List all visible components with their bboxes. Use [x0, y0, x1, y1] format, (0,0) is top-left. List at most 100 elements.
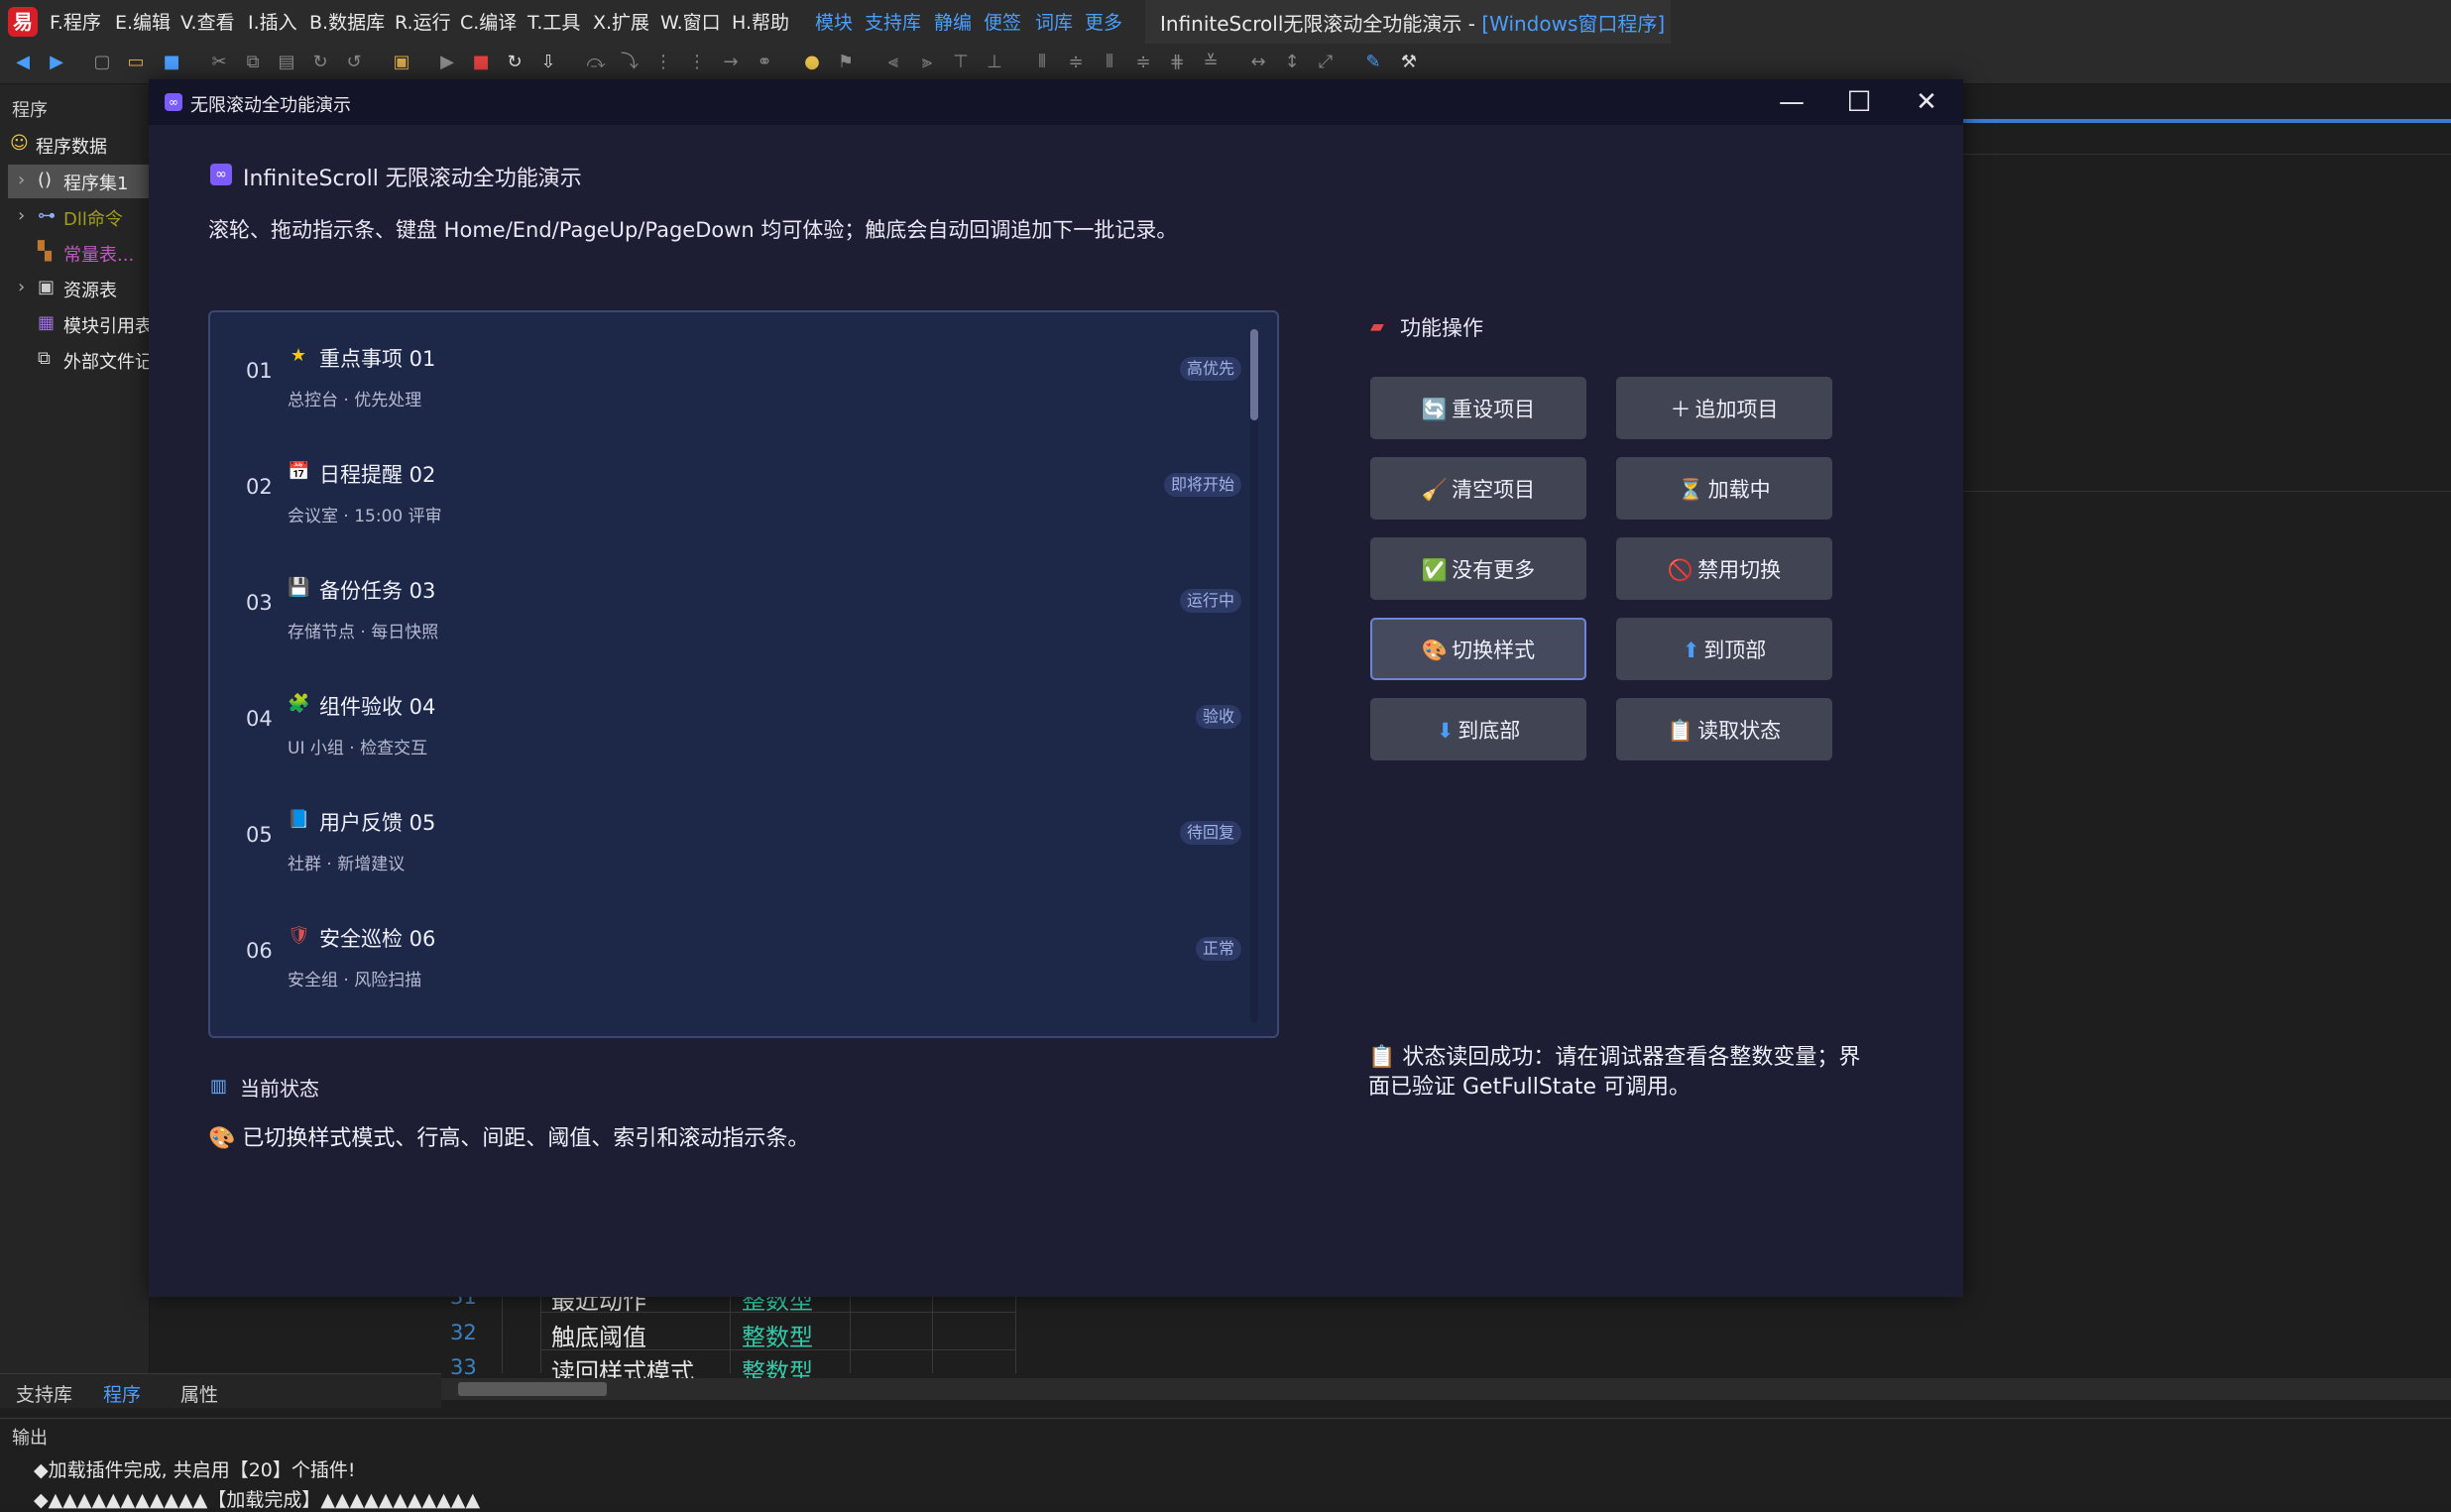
wrench-icon[interactable]: ⚒: [1398, 52, 1420, 73]
center-v-icon[interactable]: ≑: [1132, 52, 1154, 73]
back-icon[interactable]: ◀: [12, 52, 34, 73]
save-icon[interactable]: ■: [161, 52, 182, 73]
horizontal-scrollbar[interactable]: [441, 1378, 2451, 1400]
palette-icon: 🎨: [1421, 639, 1449, 662]
menu-database[interactable]: B.数据库: [309, 8, 385, 35]
menu-insert[interactable]: I.插入: [248, 8, 297, 35]
list-item[interactable]: 02 📅 日程提醒 02 会议室 · 15:00 评审 即将开始: [210, 431, 1241, 547]
distribute-icon[interactable]: ⋕: [1166, 52, 1188, 73]
undo-icon[interactable]: ↺: [343, 52, 365, 73]
toggle-disable-button[interactable]: 🚫 禁用切换: [1616, 537, 1832, 600]
tab-program[interactable]: 程序: [103, 1380, 141, 1407]
step-out-icon[interactable]: ⋮: [652, 52, 674, 73]
space-v-icon[interactable]: ⫴: [1099, 52, 1120, 73]
link-library[interactable]: 支持库: [865, 8, 921, 35]
menu-compile[interactable]: C.编译: [460, 8, 517, 35]
run-icon[interactable]: ▶: [436, 52, 458, 73]
pen-icon[interactable]: ✎: [1362, 52, 1384, 73]
tree-item-assembly[interactable]: 程序集1: [63, 170, 128, 195]
expand-arrow-icon[interactable]: ›: [18, 205, 25, 226]
tree-item-modules[interactable]: 模块引用表: [63, 312, 153, 338]
paste-icon[interactable]: ▤: [276, 52, 297, 73]
stop-icon[interactable]: ■: [470, 52, 492, 73]
list-item[interactable]: 05 📘 用户反馈 05 社群 · 新增建议 待回复: [210, 779, 1241, 895]
link-more[interactable]: 更多: [1085, 8, 1122, 35]
link-module[interactable]: 模块: [815, 8, 853, 35]
close-icon[interactable]: ✕: [1912, 87, 1941, 117]
menu-help[interactable]: H.帮助: [732, 8, 789, 35]
width-icon[interactable]: ↔: [1247, 52, 1269, 73]
space-h-icon[interactable]: ⫴: [1031, 52, 1053, 73]
step-over-icon[interactable]: ⤼: [585, 52, 607, 73]
height-icon[interactable]: ↕: [1281, 52, 1303, 73]
variable-name[interactable]: 触底阈值: [551, 1318, 646, 1352]
menu-window[interactable]: W.窗口: [660, 8, 721, 35]
grid-line: [540, 1294, 541, 1373]
scroll-indicator-thumb[interactable]: [1250, 329, 1258, 420]
list-item[interactable]: 03 💾 备份任务 03 存储节点 · 每日快照 运行中: [210, 547, 1241, 663]
window-titlebar[interactable]: [149, 79, 1963, 125]
menu-run[interactable]: R.运行: [395, 8, 451, 35]
align-bottom-icon[interactable]: ⊥: [984, 52, 1005, 73]
read-state-button[interactable]: 📋 读取状态: [1616, 698, 1832, 760]
link-notes[interactable]: 便签: [984, 8, 1021, 35]
variable-type[interactable]: 整数型: [742, 1318, 813, 1352]
align-top-icon[interactable]: ⊤: [950, 52, 972, 73]
menu-view[interactable]: V.查看: [180, 8, 235, 35]
link-static[interactable]: 静编: [934, 8, 972, 35]
append-items-button[interactable]: ＋追加项目: [1616, 377, 1832, 439]
tab-library[interactable]: 支持库: [16, 1380, 72, 1407]
forward-icon[interactable]: ▶: [46, 52, 67, 73]
restart-icon[interactable]: ↻: [504, 52, 525, 73]
minimize-icon[interactable]: —: [1777, 87, 1807, 117]
align-right-icon[interactable]: ⫸: [916, 52, 938, 73]
clear-items-button[interactable]: 🧹 清空项目: [1370, 457, 1586, 520]
redo-icon[interactable]: ↻: [309, 52, 331, 73]
list-item[interactable]: 06 🛡 安全巡检 06 安全组 · 风险扫描 正常: [210, 895, 1241, 1011]
align-left-icon[interactable]: ⫷: [882, 52, 904, 73]
run-to-icon[interactable]: →: [720, 52, 742, 73]
flag-icon[interactable]: ⚑: [835, 52, 857, 73]
tree-item-dll[interactable]: Dll命令: [63, 205, 123, 231]
link-tool-icon[interactable]: ⚭: [754, 52, 775, 73]
page-description: 滚轮、拖动指示条、键盘 Home/End/PageUp/PageDown 均可体…: [208, 218, 1178, 242]
horizontal-scroll-thumb[interactable]: [458, 1382, 607, 1396]
size-icon[interactable]: ⤢: [1315, 52, 1337, 73]
menu-file[interactable]: F.程序: [50, 8, 101, 35]
step-next-icon[interactable]: ⋮: [686, 52, 708, 73]
output-line: ◆▲▲▲▲▲▲▲▲▲▲▲【加载完成】▲▲▲▲▲▲▲▲▲▲▲: [34, 1489, 481, 1511]
link-lexicon[interactable]: 词库: [1035, 8, 1073, 35]
center-h-icon[interactable]: ≑: [1065, 52, 1087, 73]
menu-tools[interactable]: T.工具: [527, 8, 580, 35]
project-icon[interactable]: ▣: [391, 52, 412, 73]
loading-button[interactable]: ⏳ 加载中: [1616, 457, 1832, 520]
bulb-icon[interactable]: ●: [801, 52, 823, 73]
no-more-button[interactable]: ✅ 没有更多: [1370, 537, 1586, 600]
step-into-icon[interactable]: ⤵: [619, 52, 641, 73]
menu-extend[interactable]: X.扩展: [593, 8, 649, 35]
copy-icon[interactable]: ⧉: [242, 52, 264, 73]
equalize-icon[interactable]: ≚: [1200, 52, 1222, 73]
open-folder-icon[interactable]: ▭: [125, 52, 147, 73]
expand-arrow-icon[interactable]: ›: [18, 277, 25, 297]
step-icon[interactable]: ⇩: [537, 52, 559, 73]
list-item[interactable]: 01 ★ 重点事项 01 总控台 · 优先处理 高优先: [210, 315, 1241, 431]
cut-icon[interactable]: ✂: [208, 52, 230, 73]
scroll-top-button[interactable]: ⬆ 到顶部: [1616, 618, 1832, 680]
list-item[interactable]: 04 🧩 组件验收 04 UI 小组 · 检查交互 验收: [210, 663, 1241, 779]
expand-arrow-icon[interactable]: ›: [18, 170, 25, 190]
reset-items-button[interactable]: 🔄 重设项目: [1370, 377, 1586, 439]
new-file-icon[interactable]: ▢: [91, 52, 113, 73]
maximize-icon[interactable]: ☐: [1844, 87, 1874, 117]
state-readback-message: 📋 状态读回成功：请在调试器查看各整数变量；界面已验证 GetFullState…: [1368, 1045, 1861, 1100]
scroll-indicator-track[interactable]: [1250, 329, 1258, 1023]
tree-item-constants[interactable]: 常量表...: [63, 241, 134, 267]
tree-item-external[interactable]: 外部文件记: [63, 348, 149, 374]
tree-item-program-data[interactable]: 程序数据: [36, 133, 107, 159]
tab-properties[interactable]: 属性: [180, 1380, 218, 1407]
tree-item-resources[interactable]: 资源表: [63, 277, 117, 302]
switch-style-button[interactable]: 🎨 切换样式: [1370, 618, 1586, 680]
scroll-bottom-button[interactable]: ⬇ 到底部: [1370, 698, 1586, 760]
menu-edit[interactable]: E.编辑: [115, 8, 171, 35]
grid-line: [730, 1294, 731, 1373]
